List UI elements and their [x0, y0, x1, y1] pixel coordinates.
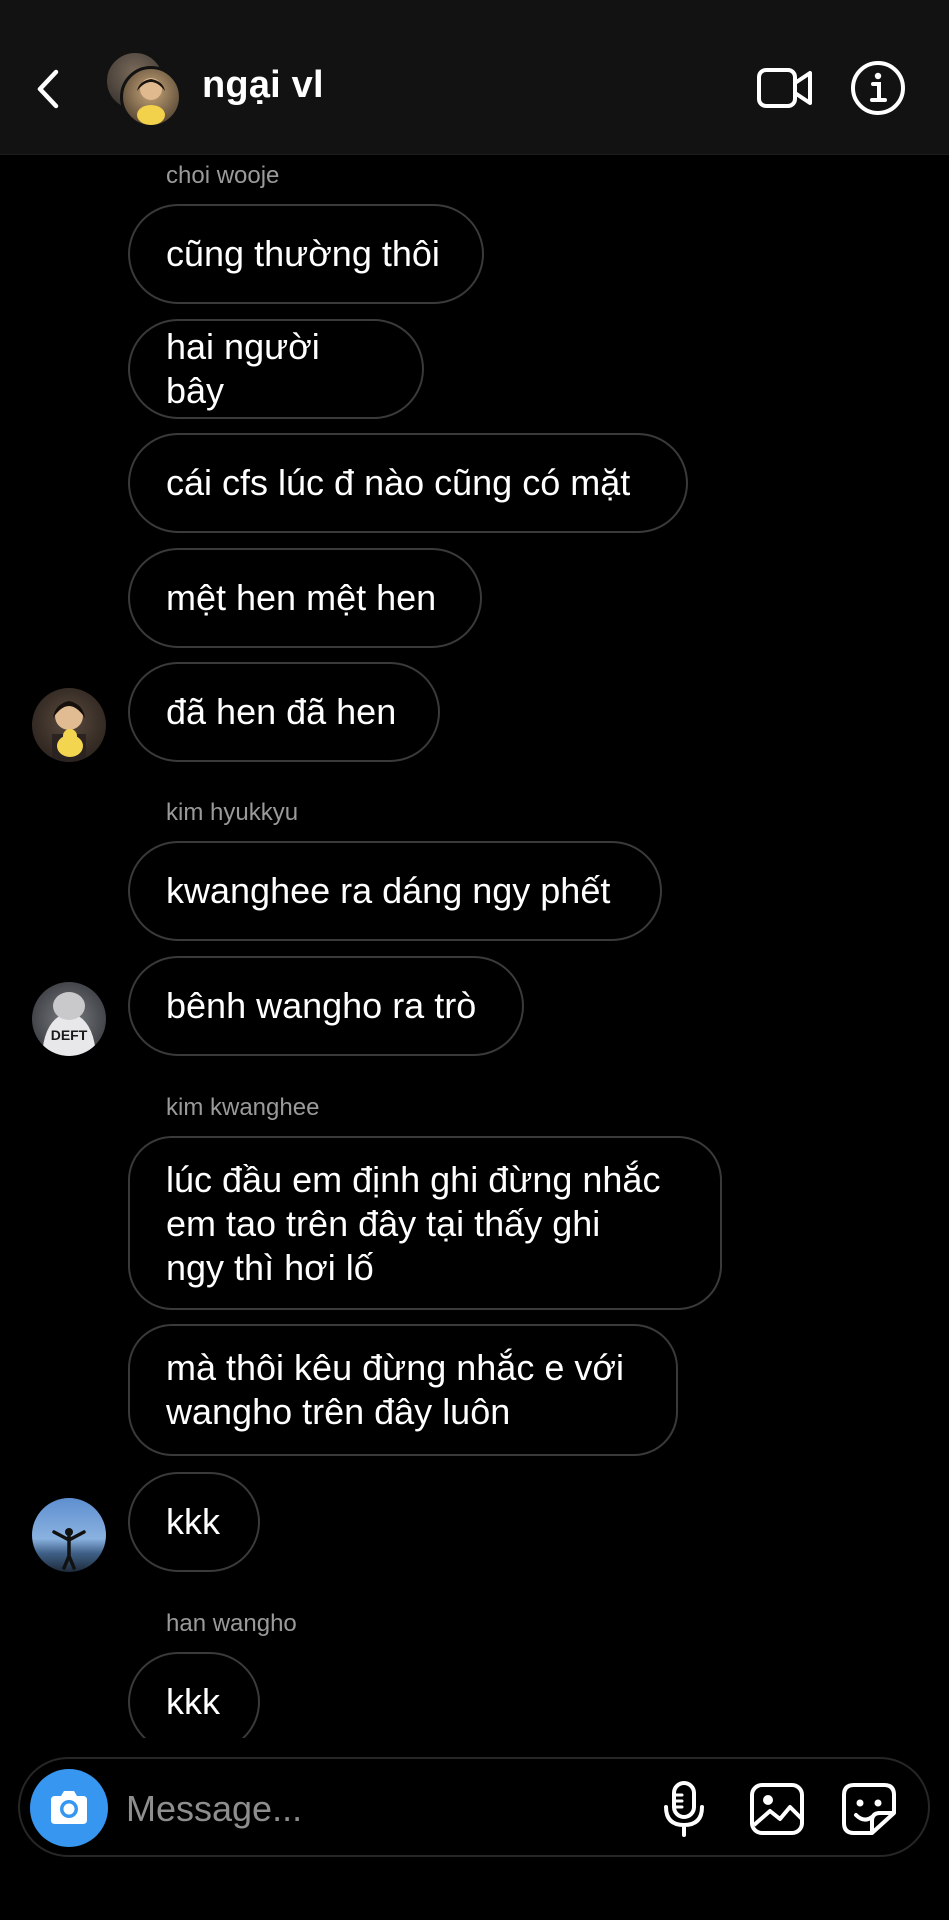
avatar[interactable]: DEFT — [32, 982, 106, 1056]
message-bubble[interactable]: lúc đầu em định ghi đừng nhắc em tao trê… — [128, 1136, 722, 1310]
message-bubble[interactable]: cái cfs lúc đ nào cũng có mặt — [128, 433, 688, 533]
voice-message-button[interactable] — [660, 1781, 708, 1837]
image-icon — [750, 1783, 804, 1835]
info-button[interactable] — [850, 60, 906, 116]
camera-icon — [51, 1791, 87, 1824]
message-bubble[interactable]: mệt hen mệt hen — [128, 548, 482, 648]
gallery-button[interactable] — [748, 1781, 806, 1837]
chat-header: ngại vl — [0, 0, 949, 155]
info-icon — [851, 61, 905, 115]
message-composer — [18, 1757, 930, 1857]
video-call-button[interactable] — [756, 64, 814, 112]
avatar[interactable] — [32, 1498, 106, 1572]
chat-title[interactable]: ngại vl — [202, 64, 324, 107]
avatar[interactable] — [32, 688, 106, 762]
message-input[interactable] — [124, 1783, 528, 1835]
message-bubble[interactable]: hai người bây — [128, 319, 424, 419]
video-camera-icon — [757, 68, 812, 108]
avatar-shirt-text: DEFT — [51, 1027, 88, 1043]
sender-label: choi wooje — [166, 162, 280, 189]
message-bubble[interactable]: bênh wangho ra trò — [128, 956, 524, 1056]
message-bubble[interactable]: kwanghee ra dáng ngy phết — [128, 841, 662, 941]
back-button[interactable] — [30, 62, 70, 116]
chevron-left-icon — [37, 69, 59, 109]
sticker-icon — [842, 1783, 896, 1835]
message-bubble[interactable]: đã hen đã hen — [128, 662, 440, 762]
camera-button[interactable] — [30, 1769, 108, 1847]
sender-label: kim kwanghee — [166, 1094, 320, 1121]
sender-label: han wangho — [166, 1610, 297, 1637]
message-bubble[interactable]: kkk — [128, 1652, 260, 1738]
message-bubble[interactable]: cũng thường thôi — [128, 204, 484, 304]
group-avatar-front — [120, 66, 182, 128]
sticker-button[interactable] — [840, 1781, 898, 1837]
group-avatar[interactable] — [104, 50, 182, 128]
sender-label: kim hyukkyu — [166, 799, 299, 826]
message-thread[interactable]: choi wooje cũng thường thôi hai người bâ… — [0, 154, 949, 1738]
microphone-icon — [664, 1781, 704, 1837]
message-bubble[interactable]: mà thôi kêu đừng nhắc e với wangho trên … — [128, 1324, 678, 1456]
message-bubble[interactable]: kkk — [128, 1472, 260, 1572]
